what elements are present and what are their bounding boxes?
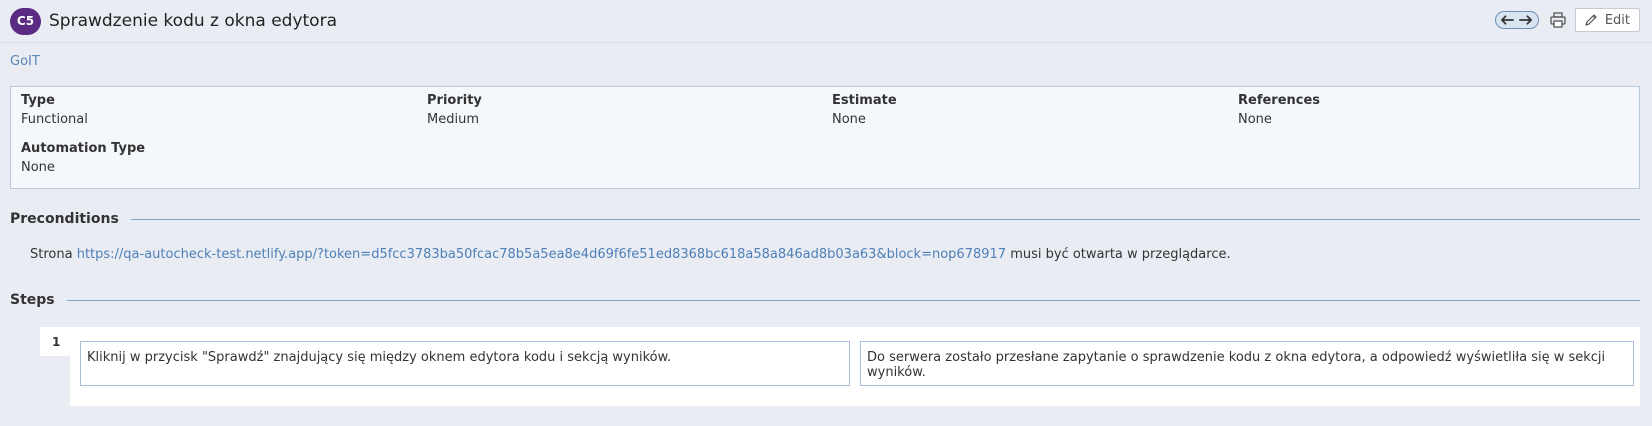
field-label: Estimate xyxy=(832,93,897,108)
case-title: Sprawdzenie kodu z okna edytora xyxy=(49,11,337,31)
section-divider xyxy=(66,299,1640,301)
field-label: Priority xyxy=(427,93,482,108)
field-priority: Priority Medium xyxy=(427,93,807,127)
field-automation-type: Automation Type None xyxy=(21,141,401,175)
case-fields: Type Functional Priority Medium Estimate… xyxy=(10,86,1640,189)
step-expected-result: Do serwera zostało przesłane zapytanie o… xyxy=(860,341,1634,386)
field-value: Functional xyxy=(21,112,88,127)
field-estimate: Estimate None xyxy=(832,93,1212,127)
preconditions-heading: Preconditions xyxy=(10,211,1640,227)
preconditions-title: Preconditions xyxy=(10,211,119,227)
field-value: None xyxy=(832,112,866,127)
arrow-right-icon[interactable] xyxy=(1518,14,1533,26)
field-label: Type xyxy=(21,93,55,108)
field-type: Type Functional xyxy=(21,93,401,127)
section-divider xyxy=(130,218,1640,220)
field-value: Medium xyxy=(427,112,479,127)
precondition-url-link[interactable]: https://qa-autocheck-test.netlify.app/?t… xyxy=(77,247,1006,262)
steps-title: Steps xyxy=(10,292,55,308)
precondition-prefix: Strona xyxy=(30,247,77,262)
precondition-suffix: musi być otwarta w przeglądarce. xyxy=(1006,247,1231,262)
field-label: References xyxy=(1238,93,1321,108)
step-number: 1 xyxy=(40,327,70,356)
print-icon[interactable] xyxy=(1549,11,1567,29)
pencil-icon xyxy=(1585,14,1597,26)
field-label: Automation Type xyxy=(21,141,146,156)
field-references: References None xyxy=(1238,93,1618,127)
edit-button-label: Edit xyxy=(1604,12,1630,28)
field-value: None xyxy=(21,160,55,175)
step-row: Kliknij w przycisk "Sprawdź" znajdujący … xyxy=(70,327,1640,406)
edit-button[interactable]: Edit xyxy=(1574,8,1640,32)
project-link[interactable]: GoIT xyxy=(10,54,40,69)
steps-heading: Steps xyxy=(10,292,1640,308)
header-actions: Edit xyxy=(1494,8,1640,32)
step-action: Kliknij w przycisk "Sprawdź" znajdujący … xyxy=(80,341,850,386)
case-header: C5 Sprawdzenie kodu z okna edytora Edit xyxy=(0,0,1652,43)
case-id-badge: C5 xyxy=(10,7,41,35)
precondition-text: Strona https://qa-autocheck-test.netlify… xyxy=(30,247,1231,262)
arrow-left-icon[interactable] xyxy=(1500,14,1515,26)
field-value: None xyxy=(1238,112,1272,127)
case-navigation xyxy=(1494,11,1539,29)
